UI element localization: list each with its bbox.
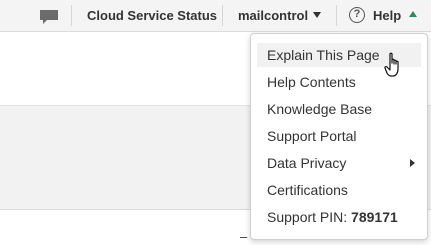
support-pin-value: 789171 [351, 209, 398, 225]
top-toolbar: Cloud Service Status mailcontrol ? Help [0, 0, 431, 32]
support-pin-label: Support PIN: [267, 209, 352, 225]
chevron-up-icon[interactable] [409, 11, 417, 17]
menu-item-knowledge-base[interactable]: Knowledge Base [257, 97, 421, 121]
cloud-service-status-link[interactable]: Cloud Service Status [87, 8, 217, 23]
toolbar-divider [336, 5, 337, 26]
menu-item-label: Data Privacy [267, 155, 347, 171]
support-pin: Support PIN: 789171 [257, 205, 421, 229]
chevron-right-icon [410, 159, 415, 167]
menu-item-support-portal[interactable]: Support Portal [257, 124, 421, 148]
menu-item-certifications[interactable]: Certifications [257, 178, 421, 202]
chat-bubble-icon[interactable] [39, 9, 59, 25]
chevron-down-icon[interactable] [313, 12, 321, 18]
question-circle-icon[interactable]: ? [349, 7, 365, 23]
toolbar-divider [71, 5, 72, 26]
menu-item-data-privacy[interactable]: Data Privacy [257, 151, 421, 175]
hand-pointer-cursor-icon [384, 52, 399, 77]
help-menu-button[interactable]: Help [373, 8, 401, 23]
account-menu-button[interactable]: mailcontrol [238, 8, 308, 23]
obscured-heading: – [240, 229, 248, 244]
toolbar-divider [222, 5, 223, 26]
